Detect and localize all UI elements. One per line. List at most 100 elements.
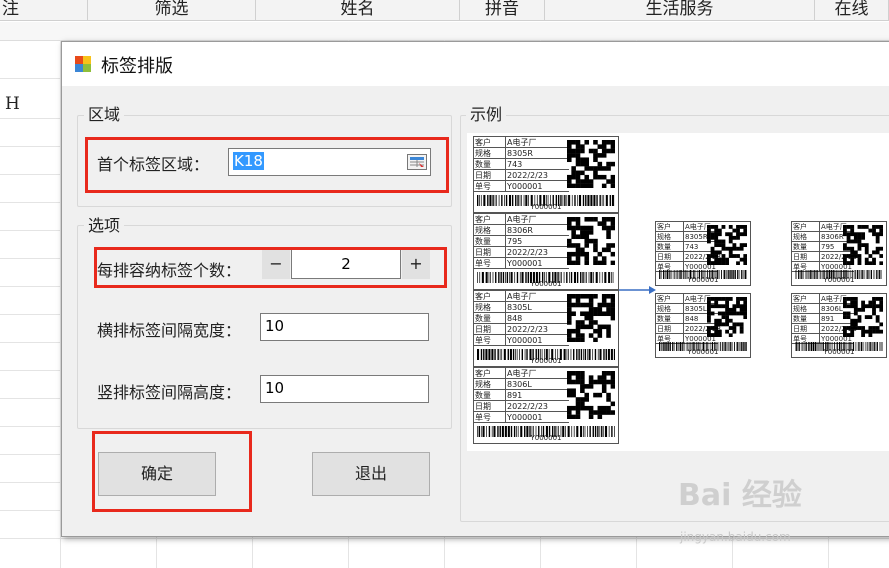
column-header-cell[interactable]: 姓名	[256, 0, 460, 20]
label-card-key: 数量	[475, 160, 491, 169]
label-card-row: 数量 848	[474, 313, 570, 324]
label-card-row: 规格 8305L	[474, 302, 570, 313]
label-card-key: 规格	[657, 305, 671, 313]
label-card-code: Y000001	[687, 276, 719, 284]
label-card-key: 日期	[475, 248, 491, 257]
label-card-value: 848	[683, 314, 699, 324]
column-header-cell[interactable]: 注	[0, 0, 88, 20]
sheet-row	[0, 22, 889, 41]
label-card-value: 743	[505, 159, 523, 170]
arrow-right-icon	[619, 286, 656, 294]
label-card-value: 8305R	[505, 148, 533, 159]
v-spacing-label: 竖排标签间隔高度：	[97, 383, 242, 402]
label-card-key: 数量	[793, 243, 807, 251]
label-card-key: 客户	[475, 292, 491, 301]
label-card-key: 日期	[657, 325, 671, 333]
label-card-row: 客户 A电子厂	[474, 368, 570, 379]
column-header-cell[interactable]: 拼音	[460, 0, 545, 20]
label-card-key: 数量	[793, 315, 807, 323]
label-card-key: 规格	[475, 149, 491, 158]
label-card-row: 客户 A电子厂	[474, 214, 570, 225]
label-card-value: 8305L	[683, 304, 707, 314]
label-card-key: 日期	[793, 325, 807, 333]
watermark-logo: Bai 经验	[678, 478, 802, 513]
label-card-code: Y000001	[823, 276, 855, 284]
label-card: 客户 A电子厂 规格 8305L 数量 848 日期 2022/2/23 单号 Y000001 Y0…	[655, 293, 751, 358]
label-card-key: 规格	[475, 226, 491, 235]
example-preview: 客户 A电子厂 规格 8305R 数量 743 日期 2022/2/23 单号 Y000001 Y0…	[467, 133, 889, 451]
label-card-code: Y000001	[530, 357, 562, 365]
barcode-icon	[659, 336, 748, 351]
label-card-key: 规格	[793, 233, 807, 241]
column-header-row: 注 筛选 姓名 拼音 生活服务 在线	[0, 0, 889, 21]
label-card-row: 数量 795	[474, 236, 570, 247]
label-card-value: A电子厂	[505, 368, 537, 379]
label-card-value: 8306R	[819, 232, 844, 242]
label-card-row: 客户 A电子厂	[474, 291, 570, 302]
ok-highlight-box	[92, 431, 252, 512]
label-card-key: 客户	[475, 369, 491, 378]
label-card-key: 数量	[475, 314, 491, 323]
label-card-key: 客户	[793, 295, 807, 303]
label-card-value: A电子厂	[505, 291, 537, 302]
label-card-row: 数量 743	[474, 159, 570, 170]
label-card-key: 日期	[475, 171, 491, 180]
label-card: 客户 A电子厂 规格 8305R 数量 743 日期 2022/2/23 单号 Y000001 Y0…	[473, 136, 619, 213]
label-card: 客户 A电子厂 规格 8306R 数量 795 日期 2022/2/23 单号 Y000001 Y0…	[473, 213, 619, 290]
label-card-key: 数量	[657, 243, 671, 251]
label-card-row: 日期 2022/2/23	[474, 247, 570, 258]
title-bar[interactable]: 标签排版	[62, 42, 889, 86]
label-card-value: 8306L	[505, 379, 532, 390]
label-card-value: 2022/2/23	[505, 247, 549, 258]
label-card-key: 规格	[793, 305, 807, 313]
label-card-value: 848	[505, 313, 523, 324]
label-card-code: Y000001	[823, 348, 855, 356]
exit-button[interactable]: 退出	[312, 452, 430, 496]
label-card-key: 规格	[475, 380, 491, 389]
label-card-row: 客户 A电子厂	[474, 137, 570, 148]
column-header-cell[interactable]: 筛选	[88, 0, 256, 20]
column-header-cell[interactable]: 在线	[815, 0, 889, 20]
barcode-icon	[477, 345, 616, 360]
qr-code-icon	[707, 225, 748, 269]
label-card: 客户 A电子厂 规格 8306L 数量 891 日期 2022/2/23 单号 Y000001 Y0…	[791, 293, 887, 358]
column-header-cell[interactable]: 生活服务	[545, 0, 815, 20]
label-card-code: Y000001	[687, 348, 719, 356]
label-card-key: 日期	[793, 253, 807, 261]
label-card: 客户 A电子厂 规格 8306L 数量 891 日期 2022/2/23 单号 Y000001 Y0…	[473, 367, 619, 444]
label-card: 客户 A电子厂 规格 8305L 数量 848 日期 2022/2/23 单号 Y000001 Y0…	[473, 290, 619, 367]
label-card: 客户 A电子厂 规格 8306R 数量 795 日期 2022/2/23 单号 Y000001 Y0…	[791, 221, 887, 286]
qr-code-icon	[843, 225, 884, 269]
qr-code-icon	[567, 140, 616, 192]
label-card-code: Y000001	[530, 280, 562, 288]
label-card-value: 2022/2/23	[505, 324, 549, 335]
label-card-value: 891	[819, 314, 835, 324]
label-card-key: 规格	[657, 233, 671, 241]
label-card-key: 日期	[475, 325, 491, 334]
label-card-row: 日期 2022/2/23	[474, 170, 570, 181]
label-card-code: Y000001	[530, 434, 562, 442]
label-card-value: A电子厂	[505, 137, 537, 148]
qr-code-icon	[567, 217, 616, 269]
barcode-icon	[659, 264, 748, 279]
qr-code-icon	[843, 297, 884, 341]
label-card-key: 客户	[475, 215, 491, 224]
barcode-icon	[477, 422, 615, 437]
area-highlight-box	[85, 137, 449, 193]
h-spacing-input[interactable]: 10	[260, 313, 429, 341]
label-card-key: 客户	[657, 295, 671, 303]
qr-code-icon	[567, 371, 616, 423]
label-card-row: 规格 8305R	[474, 148, 570, 159]
barcode-icon	[795, 336, 883, 351]
label-card-row: 日期 2022/2/23	[474, 324, 570, 335]
label-card-value: A电子厂	[505, 214, 537, 225]
label-card-key: 数量	[657, 315, 671, 323]
barcode-icon	[477, 268, 615, 283]
label-card-value: 2022/2/23	[505, 401, 549, 412]
area-group-title: 区域	[84, 101, 125, 125]
v-spacing-input[interactable]: 10	[260, 375, 429, 403]
label-card-key: 日期	[475, 402, 491, 411]
label-card-value: 8305L	[505, 302, 532, 313]
label-card-code: Y000001	[530, 203, 562, 211]
h-spacing-label: 横排标签间隔宽度：	[97, 321, 242, 340]
